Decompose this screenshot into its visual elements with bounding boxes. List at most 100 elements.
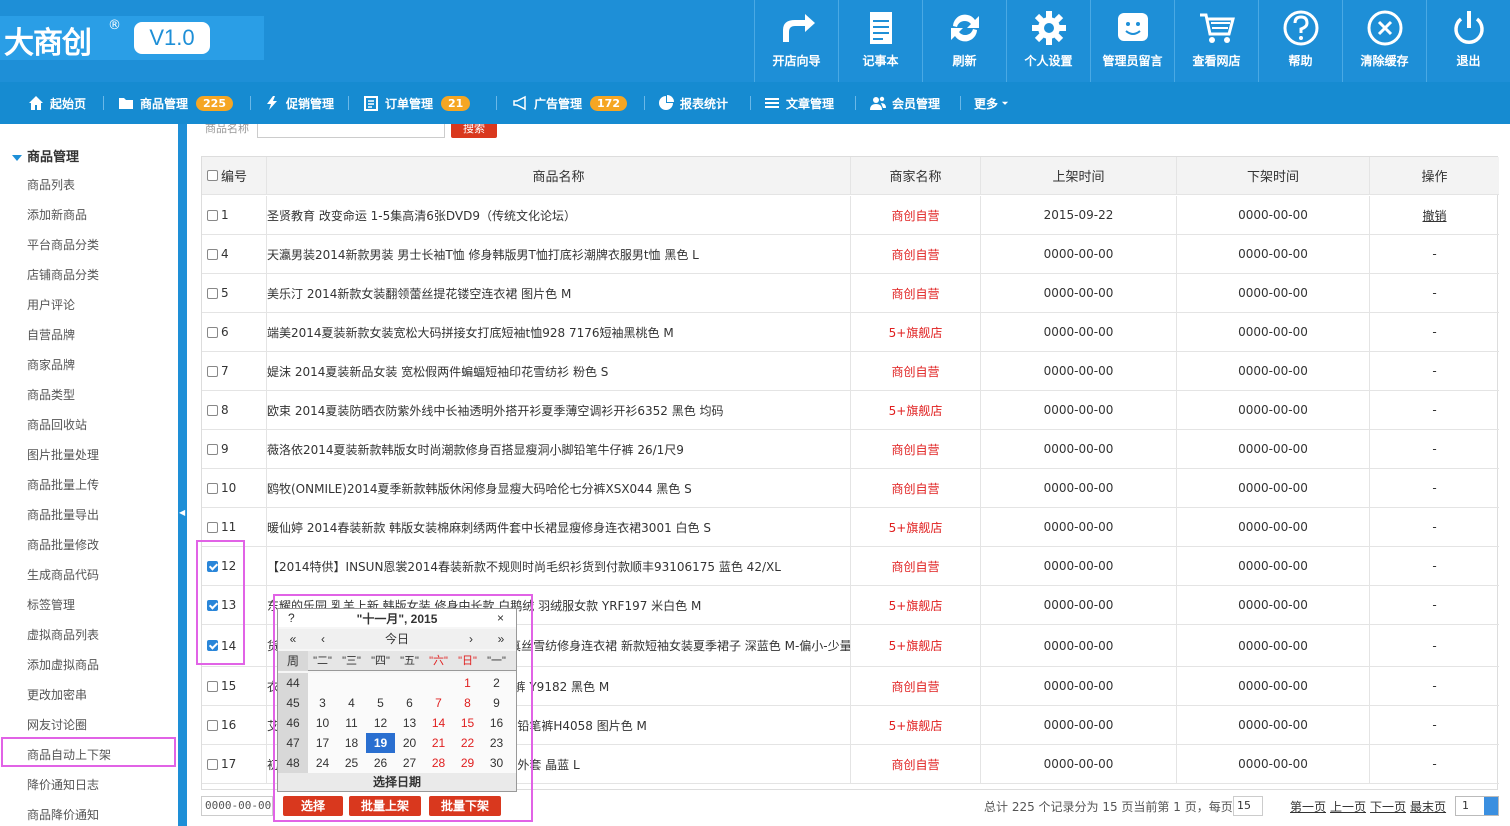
row-checkbox[interactable] bbox=[207, 482, 218, 494]
nav-goods[interactable]: 商品管理 225 bbox=[118, 82, 233, 124]
calendar-day[interactable]: 20 bbox=[395, 733, 424, 753]
calendar-day[interactable]: 2 bbox=[482, 673, 511, 693]
calendar-day[interactable]: 24 bbox=[308, 753, 337, 773]
calendar-day[interactable]: 11 bbox=[337, 713, 366, 733]
page-size-input[interactable]: 15 bbox=[1233, 796, 1263, 816]
sidebar-item[interactable]: 图片批量处理 bbox=[27, 446, 99, 463]
calendar-day[interactable]: 18 bbox=[337, 733, 366, 753]
calendar-day[interactable]: 19 bbox=[366, 733, 395, 753]
sidebar-item[interactable]: 店铺商品分类 bbox=[27, 266, 99, 283]
sidebar-item[interactable]: 商品批量上传 bbox=[27, 476, 99, 493]
sidebar-item[interactable]: 商家品牌 bbox=[27, 356, 75, 373]
tool-view-shop-button[interactable]: 查看网店 bbox=[1174, 0, 1258, 82]
tool-wizard-button[interactable]: 开店向导 bbox=[754, 0, 838, 82]
calendar-day[interactable]: 3 bbox=[308, 693, 337, 713]
nav-reports[interactable]: 报表统计 bbox=[658, 82, 728, 124]
sidebar-item[interactable]: 虚拟商品列表 bbox=[27, 626, 99, 643]
today-button[interactable]: 今日 bbox=[338, 629, 456, 649]
nav-articles[interactable]: 文章管理 bbox=[764, 82, 834, 124]
nav-promotion[interactable]: 促销管理 bbox=[264, 82, 334, 124]
prev-month-button[interactable]: ‹ bbox=[308, 629, 338, 649]
tool-admin-message-button[interactable]: 管理员留言 bbox=[1090, 0, 1174, 82]
sidebar-item[interactable]: 网友讨论圈 bbox=[27, 716, 87, 733]
next-year-button[interactable]: » bbox=[486, 629, 516, 649]
calendar-day[interactable]: 5 bbox=[366, 693, 395, 713]
prev-page-link[interactable]: 上一页 bbox=[1330, 800, 1366, 814]
next-page-link[interactable]: 下一页 bbox=[1370, 800, 1406, 814]
tool-settings-button[interactable]: 个人设置 bbox=[1006, 0, 1090, 82]
tool-refresh-button[interactable]: 刷新 bbox=[922, 0, 1006, 82]
calendar-day[interactable]: 9 bbox=[482, 693, 511, 713]
calendar-day[interactable]: 13 bbox=[395, 713, 424, 733]
calendar-day[interactable]: 25 bbox=[337, 753, 366, 773]
calendar-day[interactable]: 14 bbox=[424, 713, 453, 733]
sidebar-item[interactable]: 商品回收站 bbox=[27, 416, 87, 433]
calendar-day[interactable]: 27 bbox=[395, 753, 424, 773]
calendar-day[interactable]: 30 bbox=[482, 753, 511, 773]
sidebar-item[interactable]: 商品批量修改 bbox=[27, 536, 99, 553]
tool-help-button[interactable]: 帮助 bbox=[1258, 0, 1342, 82]
sidebar-item[interactable]: 添加新商品 bbox=[27, 206, 87, 223]
sidebar-item[interactable]: 添加虚拟商品 bbox=[27, 656, 99, 673]
select-all-checkbox[interactable] bbox=[207, 170, 218, 181]
sidebar-item[interactable]: 商品类型 bbox=[27, 386, 75, 403]
first-page-link[interactable]: 第一页 bbox=[1290, 800, 1326, 814]
calendar-day[interactable]: 16 bbox=[482, 713, 511, 733]
row-checkbox[interactable] bbox=[207, 287, 218, 299]
sidebar-item[interactable]: 商品降价通知 bbox=[27, 806, 99, 823]
sidebar-toggle[interactable]: ◀ bbox=[178, 124, 187, 826]
calendar-day[interactable]: 28 bbox=[424, 753, 453, 773]
calendar-day[interactable]: 10 bbox=[308, 713, 337, 733]
row-checkbox[interactable] bbox=[207, 248, 218, 260]
calendar-day[interactable]: 21 bbox=[424, 733, 453, 753]
calendar-day[interactable]: 6 bbox=[395, 693, 424, 713]
calendar-day[interactable]: 29 bbox=[453, 753, 482, 773]
search-button[interactable]: 搜索 bbox=[451, 124, 497, 138]
sidebar-item[interactable]: 更改加密串 bbox=[27, 686, 87, 703]
row-checkbox[interactable] bbox=[207, 404, 218, 416]
nav-more[interactable]: 更多 bbox=[974, 82, 1010, 124]
nav-ads[interactable]: 广告管理 172 bbox=[512, 82, 627, 124]
calendar-day[interactable]: 7 bbox=[424, 693, 453, 713]
next-month-button[interactable]: › bbox=[456, 629, 486, 649]
calendar-day[interactable]: 8 bbox=[453, 693, 482, 713]
prev-year-button[interactable]: « bbox=[278, 629, 308, 649]
row-checkbox[interactable] bbox=[207, 209, 218, 221]
sidebar-item[interactable]: 用户评论 bbox=[27, 296, 75, 313]
page-select[interactable]: 1 bbox=[1455, 796, 1499, 816]
sidebar-item[interactable]: 生成商品代码 bbox=[27, 566, 99, 583]
row-action[interactable]: 撤销 bbox=[1370, 196, 1499, 234]
search-input[interactable] bbox=[257, 124, 445, 138]
date-input[interactable]: 0000-00-00 bbox=[201, 796, 273, 816]
sidebar-heading[interactable]: 商品管理 bbox=[12, 146, 79, 165]
last-page-link[interactable]: 最末页 bbox=[1410, 800, 1446, 814]
row-checkbox[interactable] bbox=[207, 758, 218, 770]
calendar-day[interactable]: 17 bbox=[308, 733, 337, 753]
sidebar-item[interactable]: 商品批量导出 bbox=[27, 506, 99, 523]
sidebar-item[interactable]: 平台商品分类 bbox=[27, 236, 99, 253]
sidebar-item[interactable]: 标签管理 bbox=[27, 596, 75, 613]
nav-home[interactable]: 起始页 bbox=[28, 82, 86, 124]
calendar-day[interactable]: 26 bbox=[366, 753, 395, 773]
nav-members[interactable]: 会员管理 bbox=[870, 82, 940, 124]
calendar-day[interactable]: 12 bbox=[366, 713, 395, 733]
row-checkbox[interactable] bbox=[207, 365, 218, 377]
sidebar-item[interactable]: 商品列表 bbox=[27, 176, 75, 193]
calendar-day[interactable]: 15 bbox=[453, 713, 482, 733]
sidebar-item[interactable]: 降价通知日志 bbox=[27, 776, 99, 793]
calendar-close-button[interactable]: × bbox=[497, 611, 504, 625]
sidebar-item[interactable]: 自营品牌 bbox=[27, 326, 75, 343]
calendar-day[interactable]: 4 bbox=[337, 693, 366, 713]
tool-notepad-button[interactable]: 记事本 bbox=[838, 0, 922, 82]
row-checkbox[interactable] bbox=[207, 443, 218, 455]
tool-clear-cache-button[interactable]: 清除缓存 bbox=[1342, 0, 1426, 82]
calendar-day[interactable]: 23 bbox=[482, 733, 511, 753]
calendar-day[interactable]: 1 bbox=[453, 673, 482, 693]
row-checkbox[interactable] bbox=[207, 326, 218, 338]
calendar-day[interactable]: 22 bbox=[453, 733, 482, 753]
nav-orders[interactable]: 订单管理 21 bbox=[363, 82, 471, 124]
tool-logout-button[interactable]: 退出 bbox=[1426, 0, 1510, 82]
row-checkbox[interactable] bbox=[207, 719, 218, 731]
row-checkbox[interactable] bbox=[207, 521, 218, 533]
row-checkbox[interactable] bbox=[207, 680, 218, 692]
